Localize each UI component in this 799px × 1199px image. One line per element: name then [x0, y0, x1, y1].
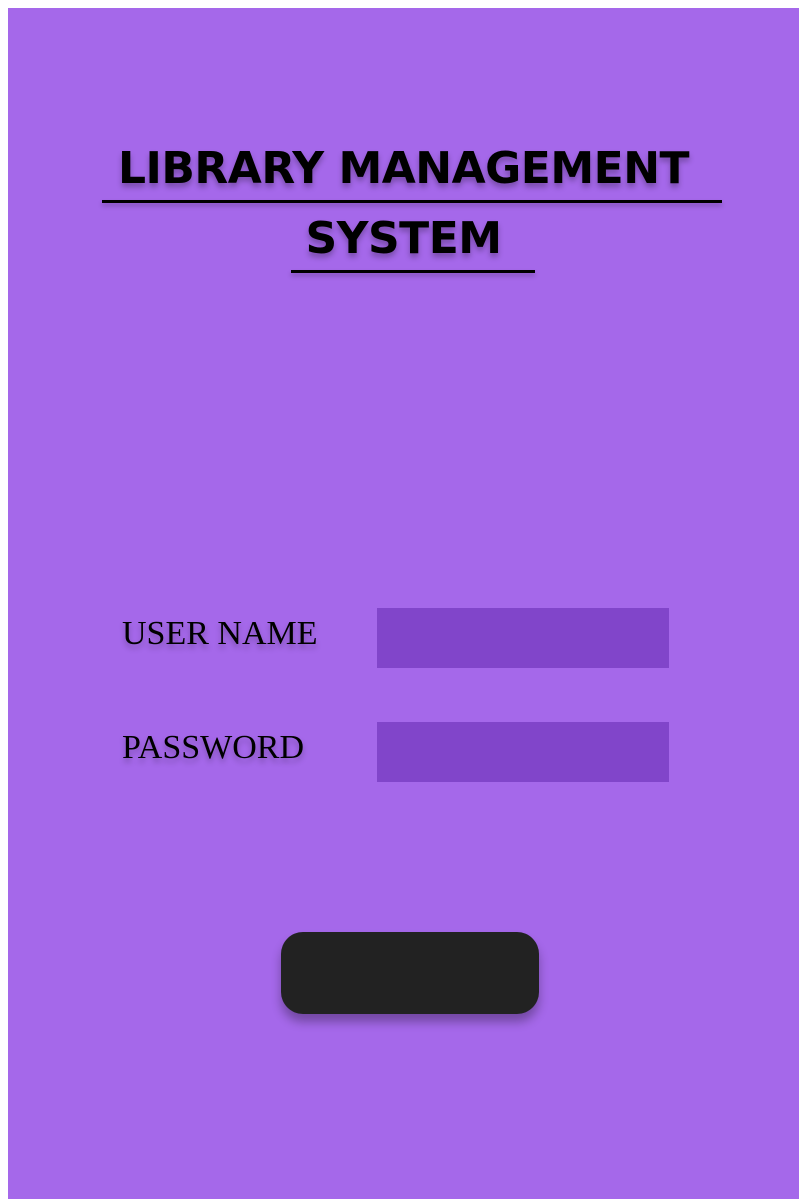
app-title-line-1: LIBRARY MANAGEMENT	[117, 143, 690, 194]
app-title-line-2: SYSTEM	[305, 213, 502, 264]
title-underline-1	[102, 200, 722, 203]
username-input[interactable]	[377, 608, 669, 668]
password-label: PASSWORD	[122, 729, 305, 766]
password-input[interactable]	[377, 722, 669, 782]
title-underline-2	[291, 270, 535, 273]
login-button[interactable]	[281, 932, 539, 1014]
username-label: USER NAME	[122, 615, 318, 652]
login-screen: LIBRARY MANAGEMENT SYSTEM USER NAME PASS…	[8, 8, 799, 1199]
